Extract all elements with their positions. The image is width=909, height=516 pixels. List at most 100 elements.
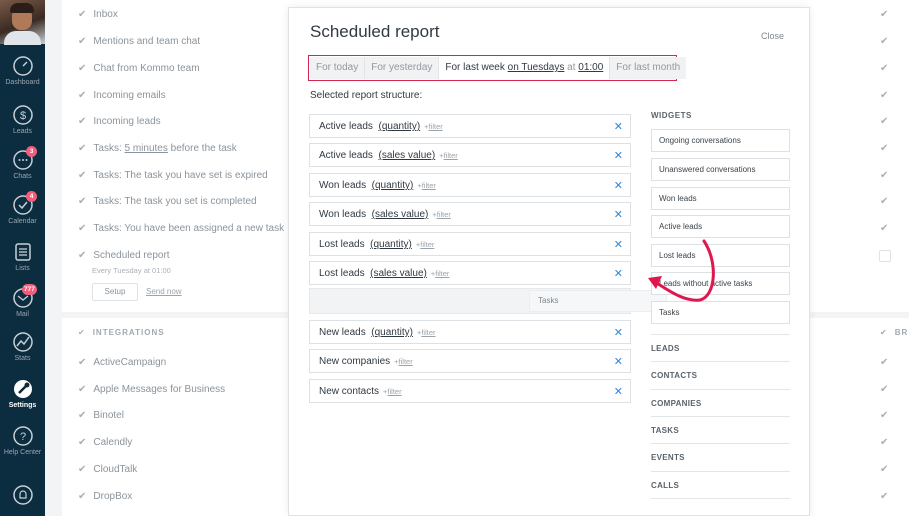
sidebar-item-settings[interactable]: Settings <box>0 378 45 409</box>
integration-row[interactable]: ✔ Apple Messages for Business <box>78 384 225 395</box>
toggle-check-icon[interactable]: ✔ <box>880 357 888 368</box>
section-calls[interactable]: CALLS <box>651 471 790 490</box>
sidebar-item-dashboard[interactable]: Dashboard <box>0 55 45 86</box>
notification-row[interactable]: ✔ Chat from Kommo team <box>78 63 200 74</box>
period-yesterday[interactable]: For yesterday <box>365 57 440 79</box>
toggle-check-icon[interactable]: ✔ <box>880 9 888 20</box>
remove-icon[interactable]: ✕ <box>614 208 623 221</box>
widget-item[interactable]: Ongoing conversations <box>651 129 790 152</box>
filter-link[interactable]: +filter <box>417 181 436 190</box>
field-metric[interactable]: (quantity) <box>370 239 412 250</box>
avatar[interactable] <box>0 0 45 45</box>
filter-link[interactable]: +filter <box>424 122 443 131</box>
time-dropdown[interactable]: 01:00 <box>578 62 603 73</box>
remove-icon[interactable]: ✕ <box>614 326 623 339</box>
section-leads[interactable]: LEADS <box>651 334 790 353</box>
widget-item[interactable]: Unanswered conversations <box>651 158 790 181</box>
toggle-checkbox[interactable] <box>879 250 891 262</box>
integration-row[interactable]: ✔ CloudTalk <box>78 464 137 475</box>
report-field[interactable]: New contacts +filter ✕ <box>309 379 631 403</box>
integration-row[interactable]: ✔ DropBox <box>78 491 132 502</box>
sidebar-item-help-center[interactable]: ? Help Center <box>0 425 45 456</box>
sidebar-item-lists[interactable]: Lists <box>0 241 45 272</box>
report-field[interactable]: Active leads (quantity) +filter ✕ <box>309 114 631 138</box>
notification-row[interactable]: ✔ Tasks: 5 minutes before the task <box>78 143 237 154</box>
notification-row[interactable]: ✔ Incoming leads <box>78 116 161 127</box>
sidebar-item-leads[interactable]: $ Leads <box>0 104 45 135</box>
field-metric[interactable]: (sales value) <box>372 209 429 220</box>
remove-icon[interactable]: ✕ <box>614 149 623 162</box>
toggle-check-icon[interactable]: ✔ <box>880 170 888 181</box>
widget-item[interactable]: Tasks <box>651 301 790 324</box>
integration-row[interactable]: ✔ Binotel <box>78 410 124 421</box>
filter-link[interactable]: +filter <box>383 387 402 396</box>
notification-row[interactable]: ✔ Scheduled report <box>78 250 170 261</box>
period-last-week[interactable]: For last week on Tuesdays at 01:00 <box>439 57 611 79</box>
section-companies[interactable]: COMPANIES <box>651 389 790 408</box>
task-time-link[interactable]: 5 minutes <box>125 143 168 154</box>
remove-icon[interactable]: ✕ <box>614 179 623 192</box>
section-tasks[interactable]: TASKS <box>651 416 790 435</box>
section-contacts[interactable]: CONTACTS <box>651 361 790 380</box>
report-field[interactable]: Won leads (quantity) +filter ✕ <box>309 173 631 197</box>
toggle-check-icon[interactable]: ✔ <box>880 116 888 127</box>
weekday-dropdown[interactable]: on Tuesdays <box>508 62 565 73</box>
remove-icon[interactable]: ✕ <box>614 238 623 251</box>
toggle-check-icon[interactable]: ✔ <box>880 196 888 207</box>
field-metric[interactable]: (quantity) <box>378 121 420 132</box>
notification-row[interactable]: ✔ Tasks: The task you set is completed <box>78 196 257 207</box>
filter-link[interactable]: +filter <box>416 240 435 249</box>
filter-link[interactable]: +filter <box>439 151 458 160</box>
filter-link[interactable]: +filter <box>431 269 450 278</box>
toggle-check-icon[interactable]: ✔ <box>880 90 888 101</box>
field-metric[interactable]: (sales value) <box>370 268 427 279</box>
close-button[interactable]: Close <box>761 31 784 41</box>
report-field[interactable]: New leads (quantity) +filter ✕ <box>309 320 631 344</box>
widget-item[interactable]: Lost leads <box>651 244 790 267</box>
sidebar-item-mail[interactable]: 777 Mail <box>0 284 45 318</box>
notification-row[interactable]: ✔ Mentions and team chat <box>78 36 200 47</box>
field-metric[interactable]: (quantity) <box>371 327 413 338</box>
remove-icon[interactable]: ✕ <box>614 385 623 398</box>
filter-link[interactable]: +filter <box>432 210 451 219</box>
integration-row[interactable]: ✔ ActiveCampaign <box>78 357 166 368</box>
field-metric[interactable]: (quantity) <box>372 180 414 191</box>
widget-item[interactable]: Active leads <box>651 215 790 238</box>
toggle-check-icon[interactable]: ✔ <box>880 384 888 395</box>
filter-link[interactable]: +filter <box>394 357 413 366</box>
report-field[interactable]: Won leads (sales value) +filter ✕ <box>309 202 631 226</box>
report-field[interactable]: Lost leads (quantity) +filter ✕ <box>309 232 631 256</box>
notification-row[interactable]: ✔ Tasks: You have been assigned a new tas… <box>78 223 284 234</box>
toggle-check-icon[interactable]: ✔ <box>880 437 888 448</box>
period-last-month[interactable]: For last month <box>610 57 687 79</box>
notification-row[interactable]: ✔ Inbox <box>78 9 118 20</box>
toggle-check-icon[interactable]: ✔ <box>880 464 888 475</box>
widget-item[interactable]: Leads without active tasks <box>651 272 790 295</box>
integration-row[interactable]: ✔ Calendly <box>78 437 132 448</box>
toggle-check-icon[interactable]: ✔ <box>880 491 888 502</box>
remove-icon[interactable]: ✕ <box>614 120 623 133</box>
remove-icon[interactable]: ✕ <box>614 267 623 280</box>
sidebar-item-chats[interactable]: 3 Chats <box>0 146 45 180</box>
notification-row[interactable]: ✔ Incoming emails <box>78 90 166 101</box>
period-today[interactable]: For today <box>310 57 366 79</box>
send-now-link[interactable]: Send now <box>146 287 182 296</box>
toggle-check-icon[interactable]: ✔ <box>880 36 888 47</box>
section-events[interactable]: EVENTS <box>651 443 790 462</box>
notification-row[interactable]: ✔ Tasks: The task you have set is expired <box>78 170 268 181</box>
toggle-check-icon[interactable]: ✔ <box>880 223 888 234</box>
remove-icon[interactable]: ✕ <box>614 355 623 368</box>
report-field[interactable]: Active leads (sales value) +filter ✕ <box>309 143 631 167</box>
sidebar-item-stats[interactable]: Stats <box>0 331 45 362</box>
dragged-widget[interactable]: Tasks <box>529 290 667 312</box>
report-field[interactable]: Lost leads (sales value) +filter ✕ <box>309 261 631 285</box>
filter-link[interactable]: +filter <box>417 328 436 337</box>
toggle-check-icon[interactable]: ✔ <box>880 410 888 421</box>
toggle-check-icon[interactable]: ✔ <box>880 143 888 154</box>
report-field[interactable]: New companies +filter ✕ <box>309 349 631 373</box>
widget-item[interactable]: Won leads <box>651 187 790 210</box>
sidebar-item-notifications[interactable] <box>0 484 45 506</box>
setup-button[interactable]: Setup <box>92 283 138 301</box>
toggle-check-icon[interactable]: ✔ <box>880 63 888 74</box>
field-metric[interactable]: (sales value) <box>378 150 435 161</box>
